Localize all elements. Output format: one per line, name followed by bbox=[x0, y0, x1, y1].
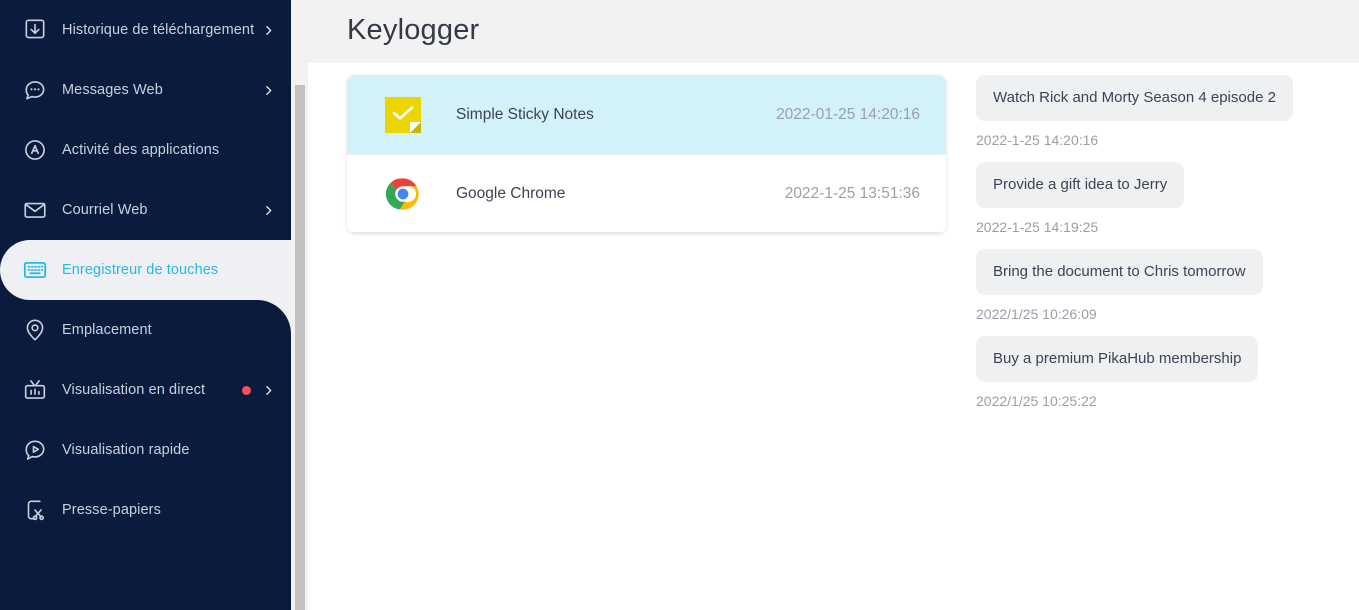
app-root: Historique de téléchargement Messages We… bbox=[0, 0, 1359, 610]
sidebar-item-label: Activité des applications bbox=[62, 141, 220, 158]
chrome-icon bbox=[385, 176, 421, 212]
keystroke-timestamp: 2022-1-25 14:20:16 bbox=[976, 132, 1099, 148]
keystroke-text: Bring the document to Chris tomorrow bbox=[976, 249, 1263, 295]
app-name: Simple Sticky Notes bbox=[456, 105, 594, 123]
live-status-dot bbox=[242, 385, 251, 395]
page-header: Keylogger bbox=[308, 0, 1359, 63]
table-row[interactable]: Google Chrome 2022-1-25 13:51:36 bbox=[347, 154, 946, 233]
app-activity-icon bbox=[18, 133, 52, 167]
sidebar-item-web-mail[interactable]: Courriel Web bbox=[0, 180, 291, 240]
sidebar-item-live-view[interactable]: Visualisation en direct bbox=[0, 360, 291, 420]
download-box-icon bbox=[18, 13, 52, 47]
sidebar-item-label: Messages Web bbox=[62, 81, 163, 98]
chevron-right-icon bbox=[261, 83, 275, 97]
keystroke-timestamp: 2022/1/25 10:26:09 bbox=[976, 306, 1097, 322]
sidebar-item-web-messages[interactable]: Messages Web bbox=[0, 60, 291, 120]
keystroke-text: Watch Rick and Morty Season 4 episode 2 bbox=[976, 75, 1293, 121]
clipboard-scissors-icon bbox=[18, 493, 52, 527]
keyboard-icon bbox=[18, 253, 52, 287]
list-item: Bring the document to Chris tomorrow 202… bbox=[976, 249, 1346, 322]
keystroke-timestamp: 2022-1-25 14:19:25 bbox=[976, 219, 1099, 235]
application-list: Simple Sticky Notes 2022-01-25 14:20:16 bbox=[347, 75, 946, 233]
main-content: Keylogger Simple Sticky Notes 2022-01-25… bbox=[308, 0, 1359, 610]
sticky-notes-icon bbox=[385, 96, 421, 133]
sidebar-item-app-activity[interactable]: Activité des applications bbox=[0, 120, 291, 180]
app-timestamp: 2022-1-25 13:51:36 bbox=[784, 184, 920, 202]
content-body: Simple Sticky Notes 2022-01-25 14:20:16 bbox=[308, 63, 1359, 610]
sidebar-item-label: Presse-papiers bbox=[62, 501, 161, 518]
sidebar-item-label: Enregistreur de touches bbox=[62, 261, 219, 278]
list-item: Watch Rick and Morty Season 4 episode 2 … bbox=[976, 75, 1346, 148]
sidebar: Historique de téléchargement Messages We… bbox=[0, 0, 291, 610]
list-item: Provide a gift idea to Jerry 2022-1-25 1… bbox=[976, 162, 1346, 235]
app-timestamp: 2022-01-25 14:20:16 bbox=[776, 105, 920, 123]
table-row[interactable]: Simple Sticky Notes 2022-01-25 14:20:16 bbox=[347, 75, 946, 154]
live-tv-icon bbox=[18, 373, 52, 407]
keystroke-text: Provide a gift idea to Jerry bbox=[976, 162, 1185, 208]
sidebar-item-label: Courriel Web bbox=[62, 201, 148, 218]
chat-bubble-icon bbox=[18, 73, 52, 107]
app-name: Google Chrome bbox=[456, 184, 566, 202]
sidebar-item-label: Historique de téléchargement bbox=[62, 21, 255, 38]
keystroke-timestamp: 2022/1/25 10:25:22 bbox=[976, 393, 1097, 409]
sidebar-item-label: Visualisation en direct bbox=[62, 381, 206, 398]
quick-play-icon bbox=[18, 433, 52, 467]
sidebar-item-download-history[interactable]: Historique de téléchargement bbox=[0, 0, 291, 60]
sidebar-item-label: Visualisation rapide bbox=[62, 441, 190, 458]
keystroke-log-panel: Watch Rick and Morty Season 4 episode 2 … bbox=[976, 75, 1346, 423]
page-title: Keylogger bbox=[347, 14, 480, 46]
location-pin-icon bbox=[18, 313, 52, 347]
chevron-right-icon bbox=[261, 383, 275, 397]
envelope-icon bbox=[18, 193, 52, 227]
sidebar-item-label: Emplacement bbox=[62, 321, 152, 338]
chevron-right-icon bbox=[261, 203, 275, 217]
sidebar-item-keylogger[interactable]: Enregistreur de touches bbox=[0, 240, 291, 300]
sidebar-item-location[interactable]: Emplacement bbox=[0, 300, 291, 360]
page-scrollbar-thumb[interactable] bbox=[295, 85, 305, 610]
sidebar-item-quick-view[interactable]: Visualisation rapide bbox=[0, 420, 291, 480]
keystroke-text: Buy a premium PikaHub membership bbox=[976, 336, 1259, 382]
sidebar-item-clipboard[interactable]: Presse-papiers bbox=[0, 480, 291, 540]
list-item: Buy a premium PikaHub membership 2022/1/… bbox=[976, 336, 1346, 409]
chevron-right-icon bbox=[261, 23, 275, 37]
sidebar-nav: Historique de téléchargement Messages We… bbox=[0, 0, 291, 540]
